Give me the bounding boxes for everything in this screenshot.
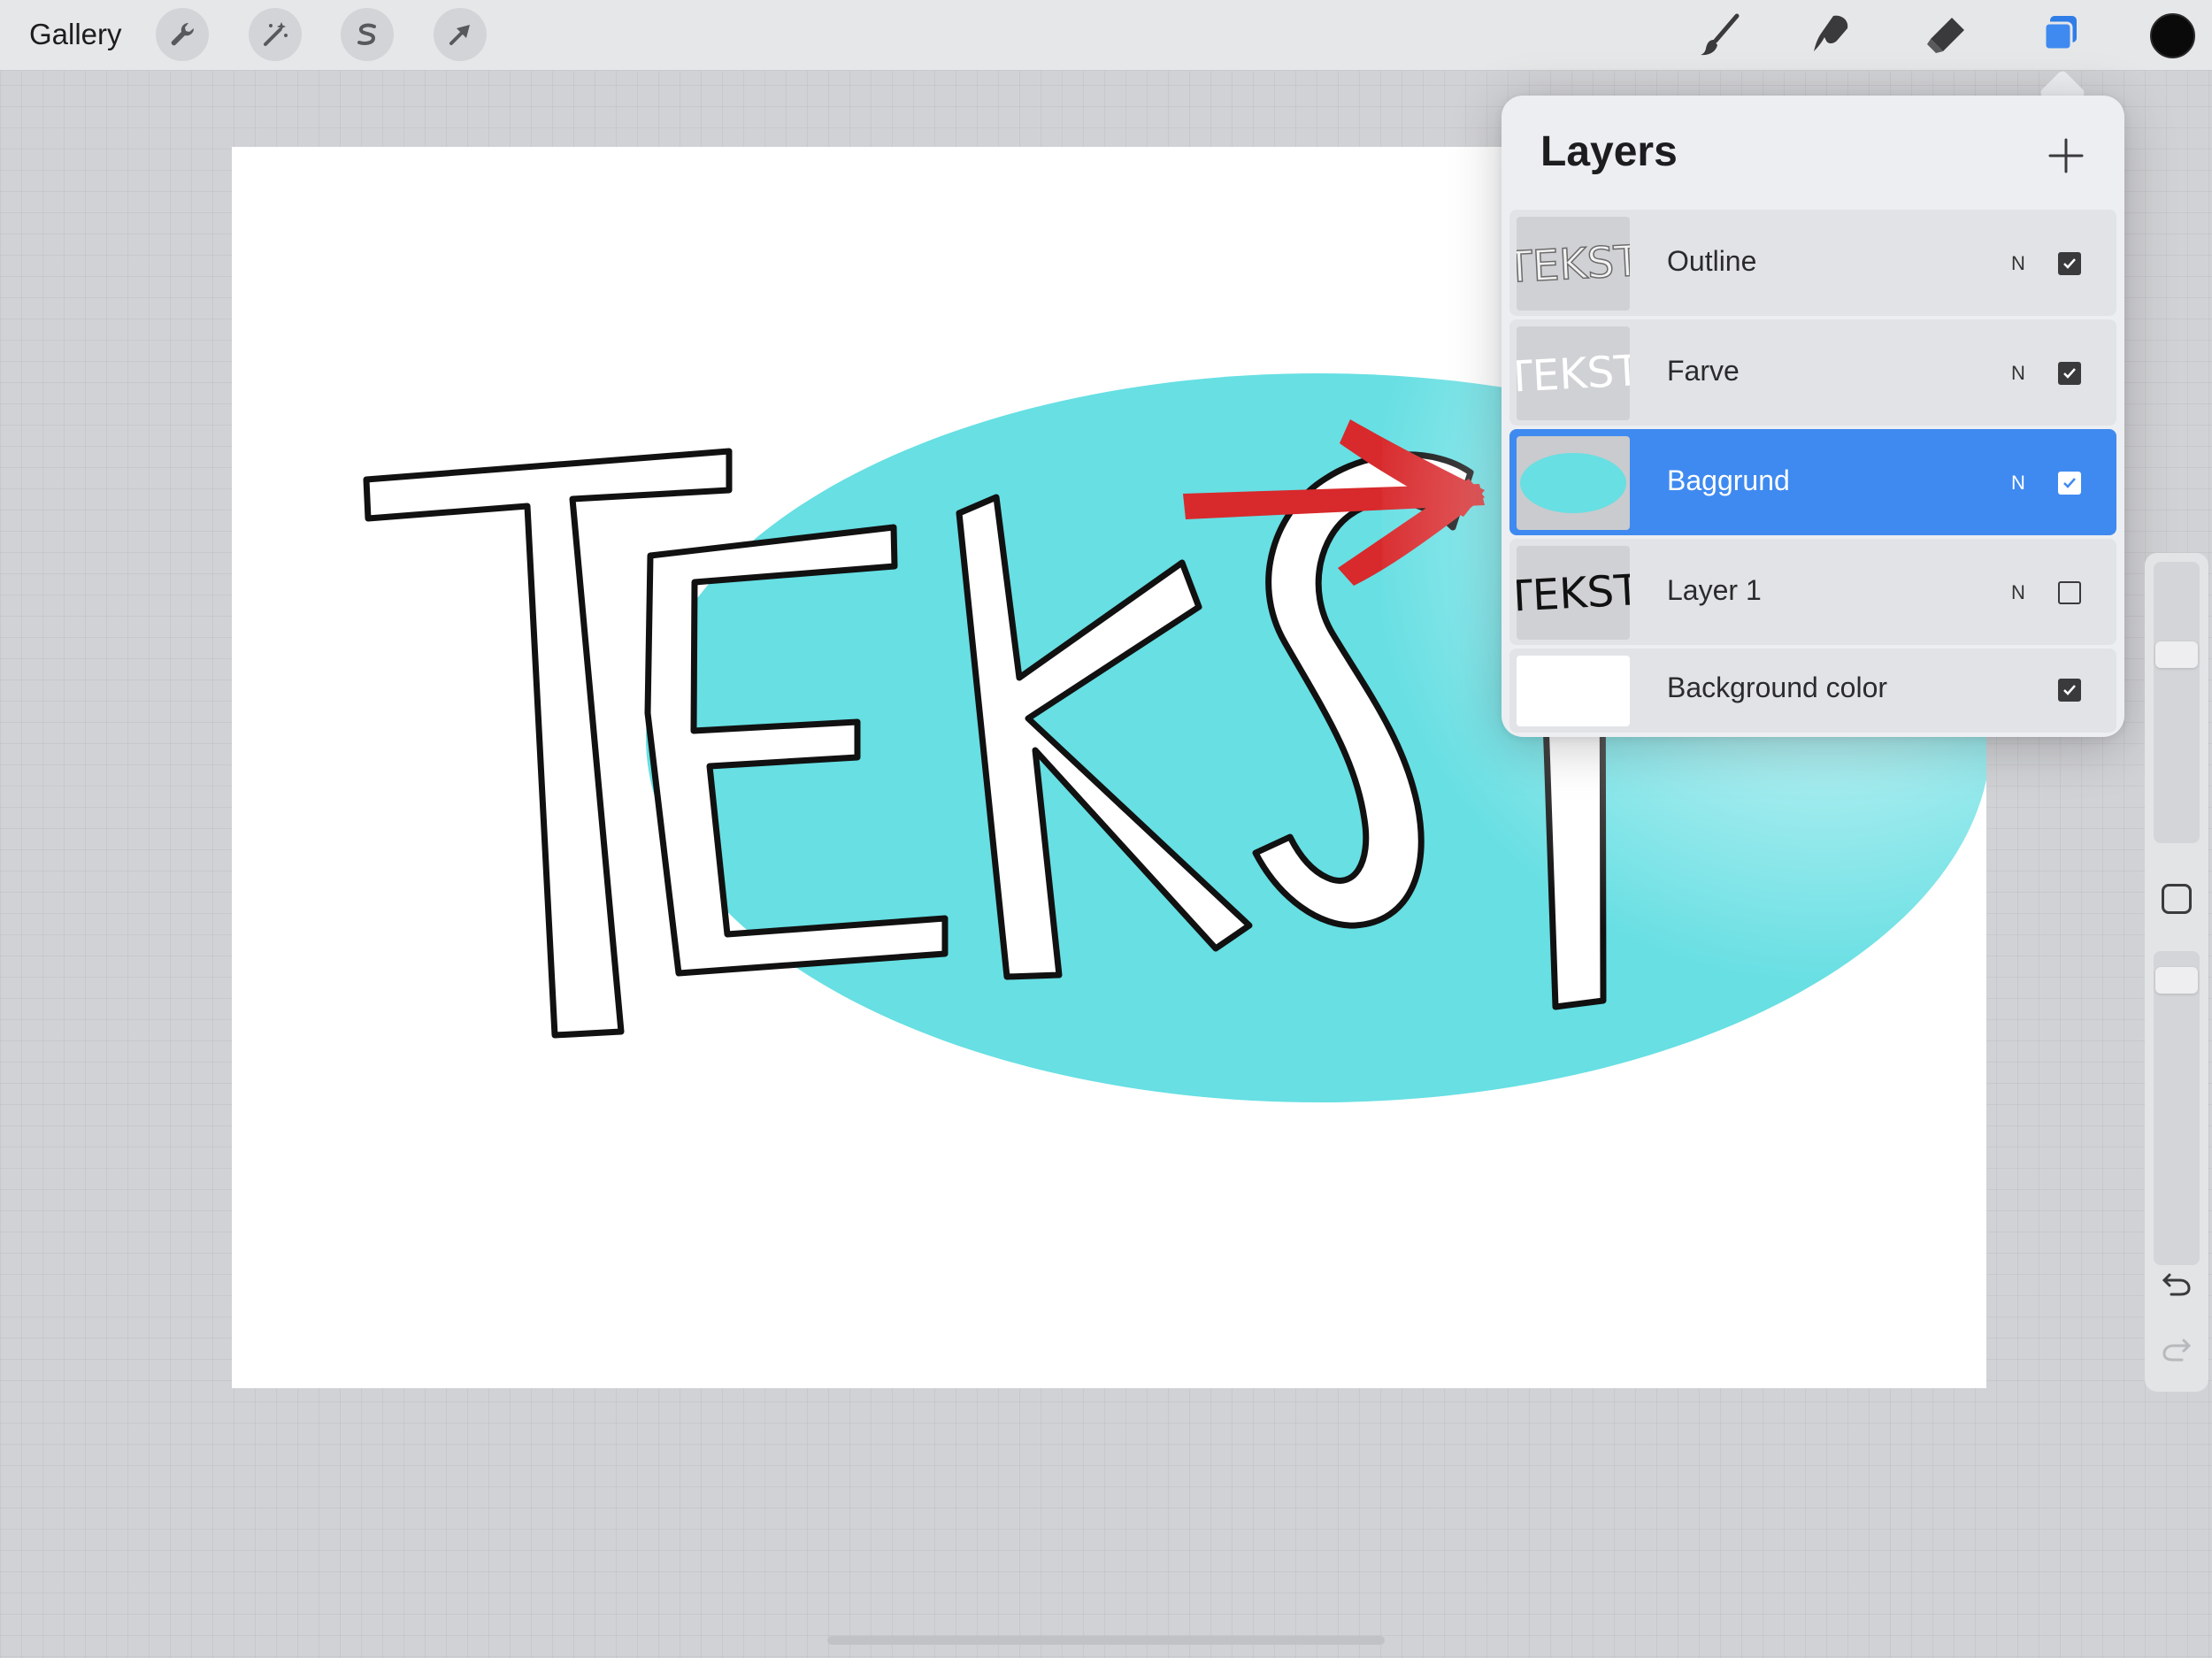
- adjustments-button[interactable]: [249, 8, 302, 61]
- brush-icon: [1701, 13, 1740, 56]
- home-indicator: [827, 1636, 1385, 1645]
- opacity-slider[interactable]: [2154, 951, 2200, 1265]
- layers-title: Layers: [1540, 128, 1678, 175]
- layer-name: Background color: [1667, 672, 1888, 703]
- check-icon: [2063, 258, 2076, 269]
- opacity-thumb[interactable]: [2155, 967, 2198, 994]
- svg-text:TEKST: TEKST: [1517, 565, 1630, 622]
- layer-thumbnail: [1517, 436, 1630, 530]
- layer-visibility-checkbox[interactable]: [2058, 252, 2081, 275]
- eraser-button[interactable]: [1920, 9, 1973, 62]
- actions-button[interactable]: [156, 8, 209, 61]
- smudge-button[interactable]: [1805, 9, 1858, 62]
- layer-name: Baggrund: [1667, 464, 1790, 496]
- layer-name: Outline: [1667, 245, 1757, 277]
- layer-row-baggrund[interactable]: Baggrund N: [1509, 429, 2116, 535]
- check-icon: [2063, 368, 2076, 379]
- brush-button[interactable]: [1694, 9, 1747, 62]
- modify-square-icon[interactable]: [2162, 884, 2192, 914]
- eraser-icon: [1927, 18, 1964, 53]
- layers-icon: [2043, 16, 2077, 51]
- layer-visibility-checkbox[interactable]: [2058, 362, 2081, 385]
- plus-icon: [2048, 138, 2084, 173]
- layer-thumbnail: [1517, 656, 1630, 726]
- top-toolbar: Gallery: [0, 0, 2212, 71]
- layer-row-background-color[interactable]: Background color: [1509, 649, 2116, 733]
- undo-icon[interactable]: [2161, 1268, 2193, 1300]
- transform-arrow-icon: [449, 25, 470, 45]
- wrench-icon: [171, 22, 195, 46]
- layer-name: Farve: [1667, 355, 1740, 387]
- brush-size-slider[interactable]: [2154, 562, 2200, 843]
- smudge-icon: [1814, 15, 1848, 51]
- add-layer-button[interactable]: [2041, 131, 2091, 180]
- blend-mode-button[interactable]: N: [2011, 362, 2025, 385]
- layer-thumbnail: TEKST: [1517, 546, 1630, 640]
- gallery-button[interactable]: Gallery: [29, 18, 122, 51]
- blend-mode-button[interactable]: N: [2011, 472, 2025, 495]
- blend-mode-button[interactable]: N: [2011, 581, 2025, 604]
- layer-visibility-checkbox[interactable]: [2058, 679, 2081, 702]
- selection-s-icon: [357, 23, 376, 45]
- brush-size-thumb[interactable]: [2155, 641, 2198, 668]
- selection-button[interactable]: [341, 8, 394, 61]
- check-icon: [2063, 478, 2076, 488]
- transform-button[interactable]: [434, 8, 487, 61]
- layers-panel: Layers TEKST Outline N TEKST Farve N Bag…: [1502, 96, 2124, 737]
- layer-row-farve[interactable]: TEKST Farve N: [1509, 319, 2116, 426]
- blend-mode-button[interactable]: N: [2011, 252, 2025, 275]
- layer-row-outline[interactable]: TEKST Outline N: [1509, 210, 2116, 316]
- redo-icon[interactable]: [2161, 1333, 2193, 1365]
- layer-row-layer-1[interactable]: TEKST Layer 1 N: [1509, 539, 2116, 645]
- layer-thumbnail: TEKST: [1517, 326, 1630, 420]
- layer-visibility-checkbox[interactable]: [2058, 581, 2081, 604]
- magic-wand-icon: [264, 22, 288, 46]
- layer-visibility-checkbox[interactable]: [2058, 472, 2081, 495]
- layer-thumbnail: TEKST: [1517, 217, 1630, 311]
- svg-text:TEKST: TEKST: [1517, 236, 1630, 293]
- check-icon: [2063, 685, 2076, 695]
- layers-button[interactable]: [2034, 9, 2087, 62]
- svg-text:TEKST: TEKST: [1517, 346, 1630, 403]
- layer-name: Layer 1: [1667, 574, 1762, 606]
- color-button[interactable]: [2150, 13, 2195, 58]
- sidebar: [2145, 553, 2208, 1392]
